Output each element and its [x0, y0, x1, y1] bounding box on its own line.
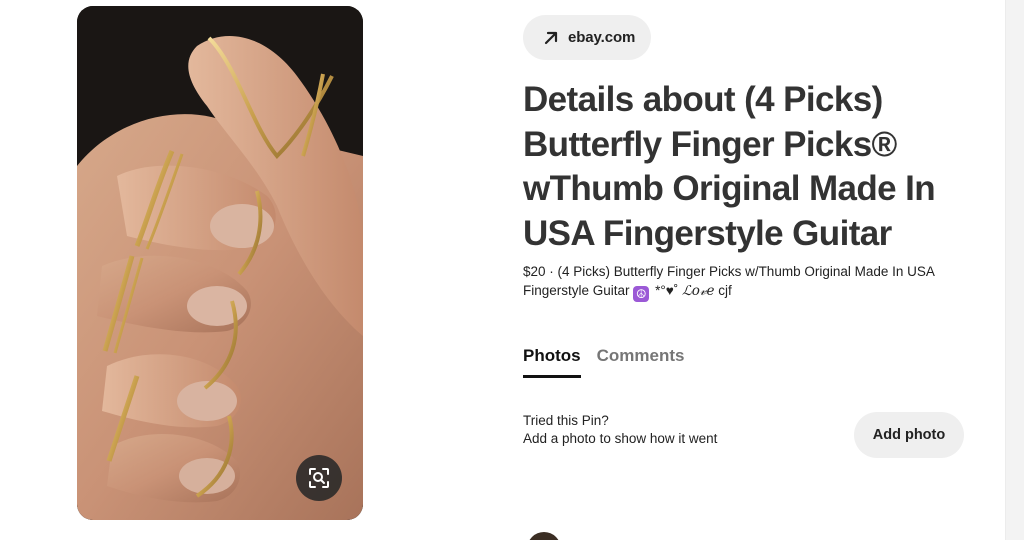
pin-details-pane: ebay.com Details about (4 Picks) Butterf…	[500, 0, 1005, 540]
tab-comments[interactable]: Comments	[597, 346, 685, 378]
finger-picks-photo	[77, 6, 363, 520]
pin-image[interactable]	[77, 6, 363, 520]
page-scrollbar[interactable]	[1005, 0, 1024, 540]
visual-search-icon	[309, 468, 329, 488]
description-love: ℒ𝑜𝓋𝑒	[682, 283, 715, 299]
tried-question: Tried this Pin?	[523, 413, 609, 428]
tab-bar: Photos Comments	[523, 346, 684, 378]
source-link-chip[interactable]: ebay.com	[523, 15, 651, 60]
pin-description: $20 · (4 Picks) Butterfly Finger Picks w…	[523, 262, 993, 302]
pin-title: Details about (4 Picks) Butterfly Finger…	[523, 80, 936, 253]
tab-photos[interactable]: Photos	[523, 346, 581, 378]
pin-image-pane	[0, 0, 500, 540]
tried-pin-prompt: Tried this Pin? Add a photo to show how …	[523, 412, 717, 448]
arrow-up-right-icon	[544, 31, 558, 44]
visual-search-button[interactable]	[296, 455, 342, 501]
source-domain: ebay.com	[568, 29, 636, 46]
description-symbols: *°♥˚	[655, 283, 679, 298]
tried-instruction: Add a photo to show how it went	[523, 431, 718, 446]
add-photo-button[interactable]: Add photo	[854, 412, 964, 458]
peace-symbol-icon: ☮	[633, 286, 650, 302]
description-tail: cjf	[718, 283, 732, 298]
